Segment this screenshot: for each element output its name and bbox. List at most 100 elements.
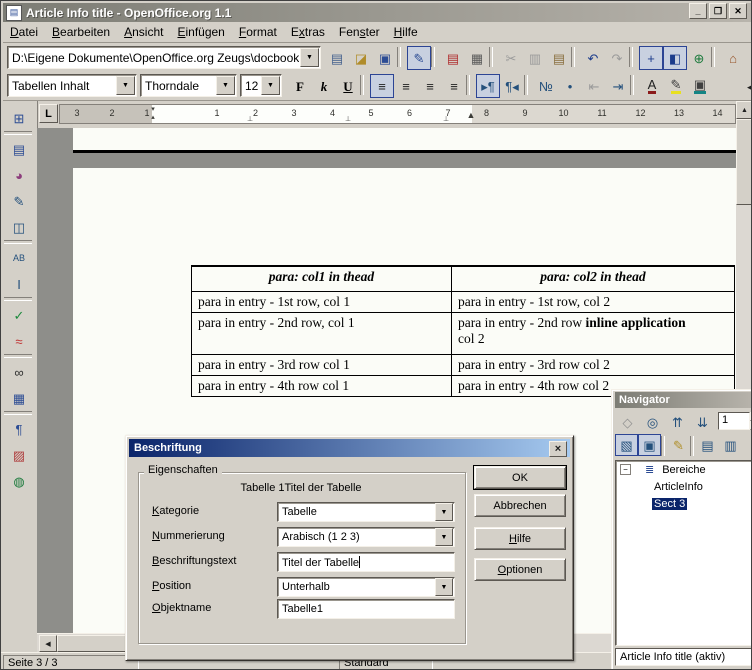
chevron-down-icon[interactable]: ▼: [435, 578, 453, 596]
stylist-icon[interactable]: ◧: [663, 46, 687, 70]
insert-icon[interactable]: ▤: [6, 136, 32, 162]
table-row[interactable]: para in entry - 2nd row, col 1para in en…: [192, 313, 735, 355]
header-icon[interactable]: ▤: [696, 434, 719, 456]
nonprinting-chars-icon[interactable]: ¶: [6, 416, 32, 442]
menu-hilfe[interactable]: Hilfe: [387, 23, 425, 41]
table-header-cell[interactable]: para: col2 in thead: [452, 266, 735, 292]
align-right-icon[interactable]: ≡: [418, 74, 442, 98]
find-icon[interactable]: ∞: [6, 359, 32, 385]
previous-icon[interactable]: ⇈: [666, 411, 689, 433]
more-buttons-icon[interactable]: ◀: [740, 74, 752, 98]
paste-icon[interactable]: ▤: [547, 46, 571, 70]
menu-bearbeiten[interactable]: Bearbeiten: [45, 23, 117, 41]
table-cell[interactable]: para in entry - 2nd row inline applicati…: [452, 313, 735, 355]
edit-file-icon[interactable]: ✎: [407, 46, 431, 70]
toggle-icon[interactable]: ◇: [616, 411, 639, 433]
ltr-paragraph-icon[interactable]: ▸¶: [476, 74, 500, 98]
align-center-icon[interactable]: ≡: [394, 74, 418, 98]
category-combobox[interactable]: Tabelle▼: [277, 502, 455, 522]
chevron-down-icon[interactable]: ▼: [116, 76, 135, 95]
content-view-icon[interactable]: ▣: [638, 434, 661, 456]
font-size-combobox[interactable]: 12 ▼: [240, 74, 282, 97]
menu-format[interactable]: Format: [232, 23, 284, 41]
close-icon[interactable]: ×: [549, 441, 567, 457]
collapse-icon[interactable]: −: [620, 464, 631, 475]
table-row[interactable]: para in entry - 3rd row col 1para in ent…: [192, 355, 735, 376]
scroll-up-icon[interactable]: ▲: [736, 101, 752, 119]
gallery-icon[interactable]: ⌂: [721, 46, 745, 70]
para-background-icon[interactable]: ▣: [688, 74, 712, 98]
menu-einfügen[interactable]: Einfügen: [170, 23, 231, 41]
ok-button[interactable]: OK: [474, 466, 566, 489]
redo-icon[interactable]: ↷: [605, 46, 629, 70]
font-name-combobox[interactable]: Thorndale ▼: [140, 74, 237, 97]
align-left-icon[interactable]: ≡: [370, 74, 394, 98]
right-indent-marker[interactable]: ▲: [466, 111, 476, 119]
direct-cursor-icon[interactable]: I: [6, 271, 32, 297]
anchor-icon[interactable]: ↨: [742, 434, 752, 456]
caption-text-input[interactable]: Titel der Tabelle: [277, 552, 455, 572]
chevron-down-icon[interactable]: ▼: [435, 528, 453, 546]
navigator-icon[interactable]: +: [639, 46, 663, 70]
tree-item-label[interactable]: Bereiche: [660, 464, 707, 476]
table-cell[interactable]: para in entry - 3rd row col 2: [452, 355, 735, 376]
options-button[interactable]: Optionen: [474, 558, 566, 581]
underline-icon[interactable]: U: [336, 74, 360, 98]
spellcheck-icon[interactable]: ✓: [6, 302, 32, 328]
scroll-left-icon[interactable]: ◀: [39, 635, 57, 652]
increase-indent-icon[interactable]: ⇥: [606, 74, 630, 98]
cut-icon[interactable]: ✂: [499, 46, 523, 70]
set-reminder-icon[interactable]: ✎: [667, 434, 690, 456]
help-button[interactable]: Hilfe: [474, 527, 566, 550]
chevron-down-icon[interactable]: ▼: [435, 503, 453, 521]
insert-object-icon[interactable]: ◕: [6, 162, 32, 188]
next-icon[interactable]: ⇊: [691, 411, 714, 433]
tree-item[interactable]: Sect 3: [616, 495, 752, 512]
table-cell[interactable]: para in entry - 3rd row col 1: [192, 355, 452, 376]
chevron-down-icon[interactable]: ▼: [300, 48, 319, 67]
autotext-icon[interactable]: AB: [6, 245, 32, 271]
hyperlink-icon[interactable]: ⊕: [687, 46, 711, 70]
navigator-title-bar[interactable]: Navigator: [615, 392, 752, 408]
position-combobox[interactable]: Unterhalb▼: [277, 577, 455, 597]
align-justify-icon[interactable]: ≡: [442, 74, 466, 98]
table-header-cell[interactable]: para: col1 in thead: [192, 266, 452, 292]
undo-icon[interactable]: ↶: [581, 46, 605, 70]
numbering-combobox[interactable]: Arabisch (1 2 3)▼: [277, 527, 455, 547]
paragraph-style-combobox[interactable]: Tabellen Inhalt ▼: [7, 74, 137, 97]
document-page-previous[interactable]: [73, 128, 736, 153]
table-cell[interactable]: para in entry - 2nd row, col 1: [192, 313, 452, 355]
copy-icon[interactable]: ▥: [523, 46, 547, 70]
url-combobox[interactable]: D:\Eigene Dokumente\OpenOffice.org Zeugs…: [7, 46, 321, 69]
table-cell[interactable]: para in entry - 1st row, col 2: [452, 292, 735, 313]
footer-icon[interactable]: ▥: [719, 434, 742, 456]
table-cell[interactable]: para in entry - 1st row, col 1: [192, 292, 452, 313]
rtl-paragraph-icon[interactable]: ¶◂: [500, 74, 524, 98]
draw-functions-icon[interactable]: ✎: [6, 188, 32, 214]
online-layout-icon[interactable]: ◍: [6, 468, 32, 494]
table-cell[interactable]: para in entry - 4th row col 1: [192, 376, 452, 397]
autospellcheck-icon[interactable]: ≈: [6, 328, 32, 354]
cancel-button[interactable]: Abbrechen: [474, 494, 566, 517]
tree-item[interactable]: −≣Bereiche: [616, 461, 752, 478]
close-button[interactable]: ✕: [729, 3, 747, 19]
dialog-title-bar[interactable]: Beschriftung ×: [129, 439, 570, 457]
export-pdf-icon[interactable]: ▤: [441, 46, 465, 70]
highlight-icon[interactable]: ✎: [664, 74, 688, 98]
menu-datei[interactable]: Datei: [3, 23, 45, 41]
list-box-toggle-icon[interactable]: ▧: [615, 434, 638, 456]
active-document-selector[interactable]: Article Info title (aktiv): [615, 648, 752, 666]
menu-fenster[interactable]: Fenster: [332, 23, 387, 41]
object-name-input[interactable]: Tabelle1: [277, 599, 455, 619]
italic-icon[interactable]: k: [312, 74, 336, 98]
print-icon[interactable]: ▦: [465, 46, 489, 70]
first-line-indent-marker[interactable]: ▾▴: [148, 106, 158, 122]
graphics-toggle-icon[interactable]: ▨: [6, 442, 32, 468]
navigation-icon[interactable]: ◎: [641, 411, 664, 433]
menu-ansicht[interactable]: Ansicht: [117, 23, 170, 41]
open-icon[interactable]: ◪: [349, 46, 373, 70]
numbered-list-icon[interactable]: №: [534, 74, 558, 98]
table-row[interactable]: para in entry - 1st row, col 1para in en…: [192, 292, 735, 313]
chevron-down-icon[interactable]: ▼: [216, 76, 235, 95]
status-cell-page[interactable]: Seite 3 / 3: [3, 655, 139, 670]
